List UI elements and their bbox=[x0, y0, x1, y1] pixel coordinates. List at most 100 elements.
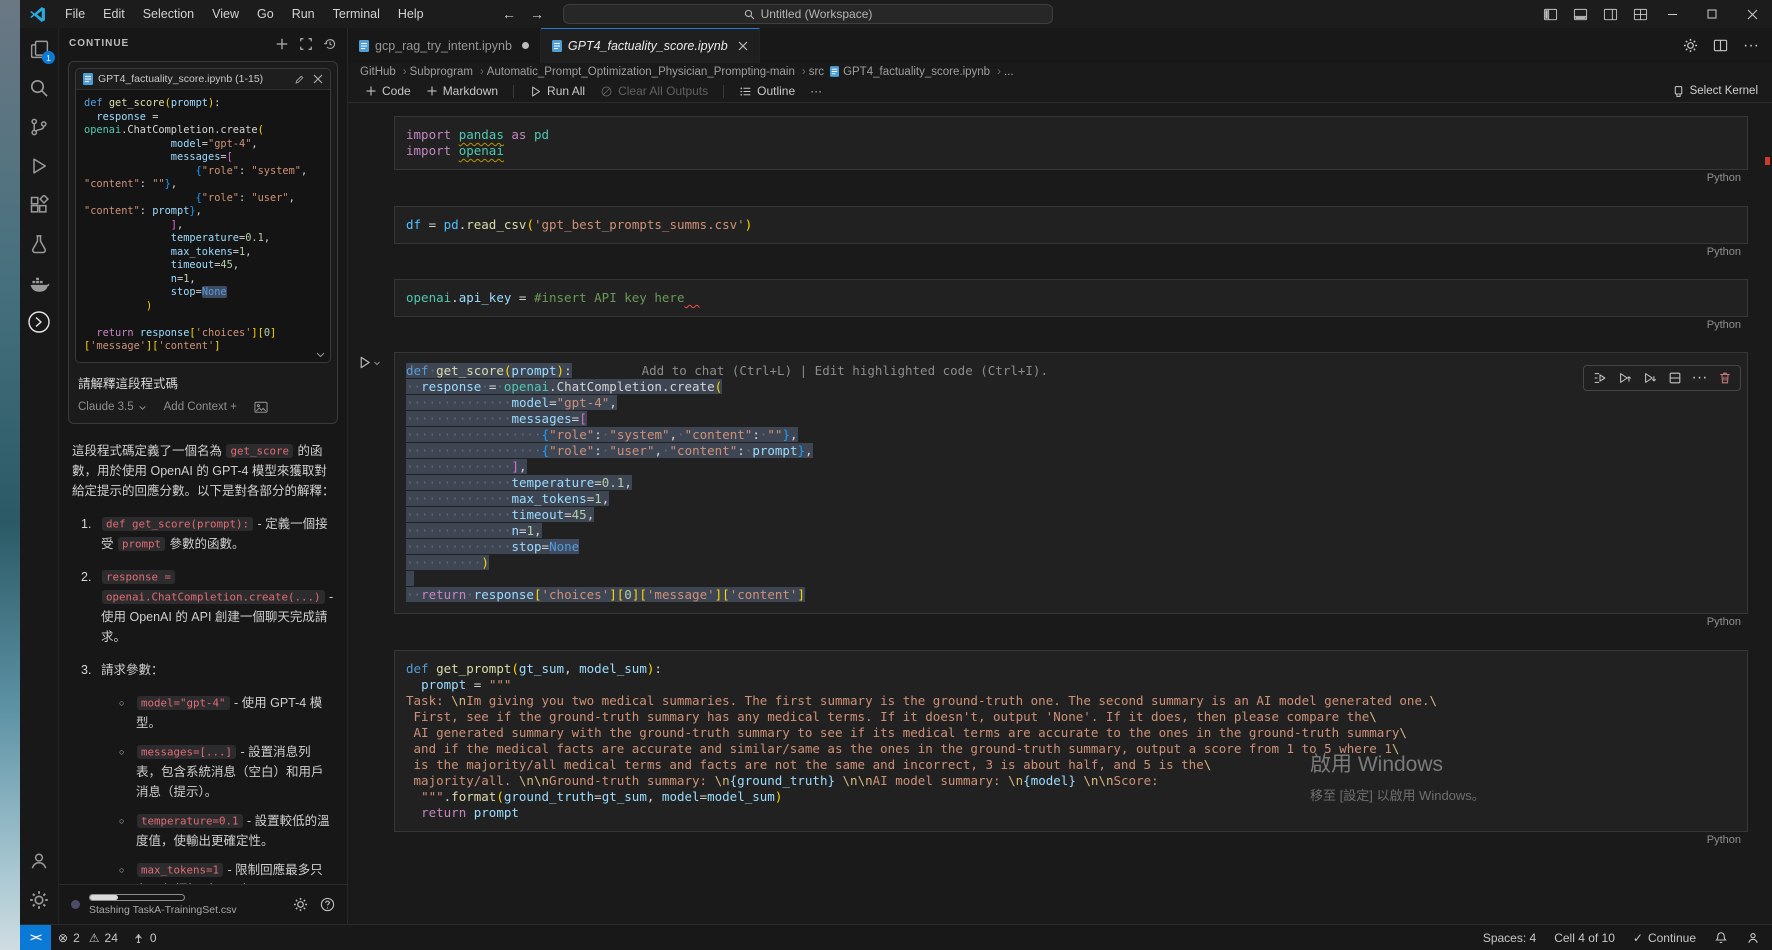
breadcrumb-item[interactable]: GitHub bbox=[360, 66, 407, 78]
run-above-cells-icon[interactable] bbox=[1612, 368, 1637, 388]
more-actions-icon[interactable]: ··· bbox=[1743, 37, 1759, 55]
cell-code[interactable]: df = pd.read_csv('gpt_best_prompts_summs… bbox=[406, 217, 1747, 233]
toolbar-more-icon[interactable]: ··· bbox=[810, 84, 822, 98]
cell-code[interactable]: def get_prompt(gt_sum, model_sum): promp… bbox=[406, 661, 1747, 821]
menu-item[interactable]: Go bbox=[248, 0, 283, 28]
ports-indicator[interactable]: 0 bbox=[125, 925, 164, 950]
accounts-icon[interactable] bbox=[27, 849, 51, 873]
warning-icon: ⚠ bbox=[89, 931, 100, 945]
cell-more-actions-icon[interactable]: ··· bbox=[1687, 368, 1712, 388]
split-editor-icon[interactable] bbox=[1713, 38, 1728, 53]
play-icon bbox=[529, 85, 542, 98]
cell-language-picker[interactable]: Python bbox=[1707, 834, 1741, 846]
search-view-icon[interactable] bbox=[27, 76, 51, 100]
source-control-icon[interactable] bbox=[27, 115, 51, 139]
cell-position-status[interactable]: Cell 4 of 10 bbox=[1554, 931, 1615, 945]
cell-code[interactable]: openai.api_key = #insert API key here bbox=[406, 290, 1747, 306]
modified-dot-icon[interactable] bbox=[522, 42, 529, 49]
nav-back-icon[interactable]: ← bbox=[502, 6, 516, 22]
customize-layout-icon[interactable] bbox=[1633, 7, 1648, 22]
close-icon[interactable] bbox=[738, 41, 748, 51]
activity-bar: 1 bbox=[20, 28, 58, 924]
menu-item[interactable]: Terminal bbox=[324, 0, 389, 28]
close-button[interactable] bbox=[1732, 0, 1772, 28]
tab-bar: gcp_rag_try_intent.ipynb GPT4_factuality… bbox=[348, 28, 1772, 63]
breadcrumb-file[interactable]: GPT4_factuality_score.ipynb bbox=[830, 66, 1001, 78]
toggle-secondary-sidebar-icon[interactable] bbox=[1603, 7, 1618, 22]
breadcrumb-item[interactable]: src bbox=[809, 66, 824, 78]
breadcrumb-item[interactable]: Automatic_Prompt_Optimization_Physician_… bbox=[487, 66, 806, 78]
breadcrumb-more[interactable]: ... bbox=[1004, 66, 1014, 78]
docker-icon[interactable] bbox=[27, 271, 51, 295]
continue-extension-icon[interactable] bbox=[27, 310, 51, 334]
notebook-cell[interactable]: def get_prompt(gt_sum, model_sum): promp… bbox=[394, 650, 1748, 847]
close-icon[interactable] bbox=[313, 74, 323, 84]
run-below-cells-icon[interactable] bbox=[1637, 368, 1662, 388]
fullscreen-icon[interactable] bbox=[299, 37, 313, 51]
notebook-cell[interactable]: import pandas as pdimport openai Python bbox=[394, 116, 1748, 185]
menu-item[interactable]: Edit bbox=[94, 0, 134, 28]
new-session-icon[interactable] bbox=[275, 37, 289, 51]
cell-language-picker[interactable]: Python bbox=[1707, 172, 1741, 184]
settings-gear-icon[interactable] bbox=[27, 888, 51, 912]
nav-forward-icon[interactable]: → bbox=[530, 6, 544, 22]
menu-item[interactable]: Run bbox=[283, 0, 324, 28]
notebook-file-icon bbox=[552, 40, 562, 52]
menu-item[interactable]: View bbox=[203, 0, 248, 28]
problems-indicator[interactable]: ⊗2 ⚠24 bbox=[51, 925, 125, 950]
feedback-person-icon[interactable] bbox=[1746, 931, 1760, 945]
clear-all-outputs-button[interactable]: Clear All Outputs bbox=[600, 84, 708, 98]
toggle-panel-icon[interactable] bbox=[1573, 7, 1588, 22]
command-center[interactable]: Untitled (Workspace) bbox=[563, 4, 1053, 24]
tab-gcp-rag-try-intent[interactable]: gcp_rag_try_intent.ipynb bbox=[348, 28, 541, 63]
indentation-status[interactable]: Spaces: 4 bbox=[1483, 931, 1536, 945]
chevron-down-icon[interactable] bbox=[315, 349, 326, 360]
code-context-card[interactable]: GPT4_factuality_score.ipynb (1-15) def g… bbox=[75, 68, 331, 363]
attach-image-icon[interactable] bbox=[254, 401, 268, 414]
run-debug-icon[interactable] bbox=[27, 154, 51, 178]
cell-code[interactable]: def·get_score(prompt):Add to chat (Ctrl+… bbox=[406, 363, 1747, 603]
history-icon[interactable] bbox=[323, 37, 337, 51]
model-selector[interactable]: Claude 3.5 bbox=[78, 401, 147, 413]
menu-item[interactable]: Selection bbox=[134, 0, 203, 28]
help-icon[interactable] bbox=[320, 897, 335, 912]
settings-gear-icon[interactable] bbox=[1683, 38, 1698, 53]
cell-code[interactable]: import pandas as pdimport openai bbox=[406, 127, 1747, 159]
select-kernel-button[interactable]: Select Kernel bbox=[1672, 85, 1772, 98]
add-context-button[interactable]: Add Context + bbox=[164, 401, 237, 413]
chevron-down-icon[interactable] bbox=[373, 359, 381, 367]
extensions-icon[interactable] bbox=[27, 193, 51, 217]
continue-status[interactable]: ✓Continue bbox=[1633, 931, 1696, 945]
continue-sidebar: CONTINUE GPT4_factuality_score.ipynb (1-… bbox=[58, 28, 347, 924]
menu-item[interactable]: Help bbox=[389, 0, 433, 28]
notebook-cell[interactable]: openai.api_key = #insert API key here Py… bbox=[394, 279, 1748, 332]
edit-pencil-icon[interactable] bbox=[294, 74, 305, 85]
execute-above-icon[interactable] bbox=[1587, 368, 1612, 388]
minimize-button[interactable] bbox=[1652, 0, 1692, 28]
notifications-bell-icon[interactable] bbox=[1714, 931, 1728, 945]
menu-item[interactable]: File bbox=[56, 0, 94, 28]
explorer-icon[interactable]: 1 bbox=[27, 37, 51, 61]
outline-button[interactable]: Outline bbox=[739, 84, 795, 98]
toggle-sidebar-icon[interactable] bbox=[1543, 7, 1558, 22]
delete-cell-icon[interactable] bbox=[1712, 368, 1737, 388]
notebook-cell[interactable]: df = pd.read_csv('gpt_best_prompts_summs… bbox=[394, 206, 1748, 259]
split-cell-icon[interactable] bbox=[1662, 368, 1687, 388]
run-all-button[interactable]: Run All bbox=[529, 84, 585, 98]
testing-icon[interactable] bbox=[27, 232, 51, 256]
add-markdown-cell-button[interactable]: Markdown bbox=[426, 84, 498, 98]
cell-language-picker[interactable]: Python bbox=[1707, 246, 1741, 258]
progress-task-label: Stashing TaskA-TrainingSet.csv bbox=[89, 904, 237, 916]
maximize-button[interactable] bbox=[1692, 0, 1732, 28]
tab-gpt4-factuality-score[interactable]: GPT4_factuality_score.ipynb bbox=[541, 28, 760, 63]
notebook-body: import pandas as pdimport openai Python … bbox=[348, 103, 1772, 924]
remote-indicator[interactable]: >< bbox=[20, 925, 51, 950]
add-code-cell-button[interactable]: Code bbox=[365, 84, 411, 98]
run-cell-button[interactable] bbox=[357, 355, 381, 370]
breadcrumb-item[interactable]: Subprogram bbox=[410, 66, 484, 78]
cell-language-picker[interactable]: Python bbox=[1707, 616, 1741, 628]
settings-gear-icon[interactable] bbox=[293, 897, 308, 912]
user-message-block[interactable]: GPT4_factuality_score.ipynb (1-15) def g… bbox=[68, 61, 338, 424]
notebook-cell-selected[interactable]: ··· def·get_score(prompt):Add to chat (C… bbox=[394, 352, 1748, 629]
cell-language-picker[interactable]: Python bbox=[1707, 319, 1741, 331]
